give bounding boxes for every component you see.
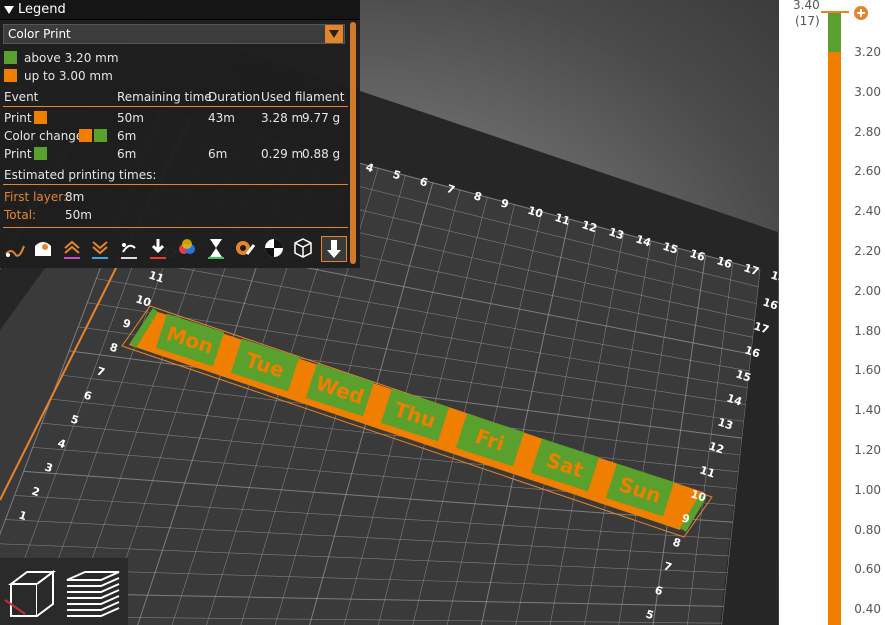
slider-tick-label: 1.00 <box>854 482 881 497</box>
slider-tick-label: 3.00 <box>854 84 881 99</box>
slider-track-green <box>828 12 841 52</box>
slider-tick-label: 0.80 <box>854 522 881 537</box>
wipe-icon[interactable] <box>31 236 55 260</box>
legend-titlebar[interactable]: Legend <box>0 0 360 20</box>
slider-tick-label: 1.20 <box>854 443 881 457</box>
view-buttons <box>0 558 128 625</box>
divider <box>3 227 348 228</box>
view-type-select[interactable]: Color Print <box>3 24 345 44</box>
legend-title: Legend <box>18 2 66 17</box>
first-layer-value: 8m <box>65 190 85 204</box>
row-length: 0.29 m <box>261 147 304 161</box>
row-remaining: 6m <box>117 147 137 161</box>
estimated-label: Estimated printing times: <box>4 168 157 182</box>
row-event: Print <box>4 147 32 161</box>
color-swatch-orange <box>4 69 17 82</box>
row-remaining: 6m <box>117 129 137 143</box>
legend-scrollbar[interactable] <box>350 22 356 264</box>
slider-tick-label: 0.60 <box>854 562 881 577</box>
slider-tick-label: 2.40 <box>854 204 881 219</box>
row-swatch-orange <box>79 129 92 142</box>
header-event: Event <box>4 90 39 104</box>
slider-top-value: 3.40 <box>793 0 820 12</box>
pause-prints-icon[interactable] <box>204 236 228 260</box>
seams-icon[interactable] <box>117 236 141 260</box>
row-swatch-orange <box>34 111 47 124</box>
divider <box>3 106 348 107</box>
row-swatch-green <box>94 129 107 142</box>
header-filament: Used filament <box>261 90 345 104</box>
total-label: Total: <box>4 208 37 222</box>
chevron-down-icon[interactable] <box>325 25 343 43</box>
custom-gcode-icon[interactable] <box>233 236 257 260</box>
shells-icon[interactable] <box>291 236 315 260</box>
legend-panel: Legend Color Print above 3.20 mm up to 3… <box>0 0 360 268</box>
slider-track-orange <box>828 12 841 625</box>
row-duration: 43m <box>208 111 235 125</box>
color-swatch-green <box>4 51 17 64</box>
slider-tick-label: 1.80 <box>854 323 881 338</box>
row-length: 3.28 m <box>261 111 304 125</box>
deretractions-icon[interactable] <box>88 236 112 260</box>
row-weight: 0.88 g <box>302 147 341 161</box>
row-event: Print <box>4 111 32 125</box>
slider-top-layer: (17) <box>795 14 820 28</box>
3d-viewport[interactable]: MonTueWedThuFriSatSun 123456789101112456… <box>0 0 779 625</box>
row-remaining: 50m <box>117 111 144 125</box>
slider-tick-label: 2.60 <box>854 164 881 179</box>
travel-icon[interactable] <box>3 236 27 260</box>
slider-tick-label: 2.00 <box>854 283 881 298</box>
view-type-value: Color Print <box>8 27 71 41</box>
header-remaining: Remaining time <box>117 90 212 104</box>
layer-slider-panel: 3.40 (17) 3.20 3.00 2.80 2.60 2.40 2.20 2.00 1.… <box>779 0 885 625</box>
slider-tick-label: 2.80 <box>854 124 881 139</box>
first-layer-label: First layer: <box>4 190 68 204</box>
row-duration: 6m <box>208 147 228 161</box>
slider-tick-label: 0.40 <box>854 602 881 617</box>
layers-view-icon[interactable] <box>64 562 122 622</box>
collapse-icon[interactable] <box>4 6 14 14</box>
color-item-label: above 3.20 mm <box>24 51 119 65</box>
divider <box>3 184 348 185</box>
total-value: 50m <box>65 208 92 222</box>
slider-tick-label: 2.20 <box>854 244 881 258</box>
row-event: Color change <box>4 129 84 143</box>
color-item-label: up to 3.00 mm <box>24 69 113 83</box>
tool-changes-icon[interactable] <box>146 236 170 260</box>
slider-tick-label: 1.60 <box>854 363 881 378</box>
slider-tick-label: 1.40 <box>854 403 881 418</box>
3d-view-cube-icon[interactable] <box>3 562 61 622</box>
retractions-icon[interactable] <box>60 236 84 260</box>
header-duration: Duration <box>208 90 261 104</box>
row-weight: 9.77 g <box>302 111 341 125</box>
tool-marker-icon[interactable] <box>321 236 347 262</box>
slider-tick-label: 3.20 <box>854 45 881 59</box>
color-changes-icon[interactable] <box>175 236 199 260</box>
row-swatch-green <box>34 147 47 160</box>
center-of-gravity-icon[interactable] <box>262 236 286 260</box>
